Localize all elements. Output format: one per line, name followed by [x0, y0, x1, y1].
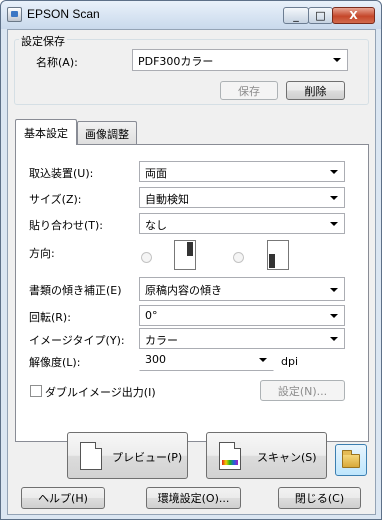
image-type-label: イメージタイプ(Y): — [29, 334, 125, 347]
preset-name-label: 名称(A): — [36, 56, 78, 69]
source-combo[interactable]: 両面 — [139, 161, 345, 182]
image-type-value: カラー — [145, 334, 178, 347]
source-label: 取込装置(U): — [29, 165, 93, 181]
source-value: 両面 — [145, 167, 167, 180]
preset-name-value: PDF300カラー — [138, 55, 214, 68]
stitch-value: なし — [145, 219, 167, 232]
rotate-label: 回転(R): — [29, 311, 71, 324]
epson-scan-icon — [7, 7, 22, 22]
chevron-down-icon — [330, 314, 338, 318]
source-label-text: 取込装置(U): — [29, 167, 94, 180]
size-value: 自動検知 — [145, 193, 189, 206]
chevron-down-icon — [333, 58, 341, 62]
preset-save-button[interactable]: 保存 — [220, 81, 278, 100]
document-icon — [80, 442, 102, 470]
portrait-orientation-icon — [174, 240, 196, 270]
stitch-label: 貼り合わせ(T): — [29, 219, 104, 232]
rotate-value: 0° — [145, 309, 158, 322]
chevron-down-icon — [330, 170, 338, 174]
window-title: EPSON Scan — [27, 7, 100, 21]
orientation-landscape-radio[interactable] — [233, 252, 244, 263]
double-image-settings-button[interactable]: 設定(N)... — [260, 380, 345, 401]
chevron-down-icon — [259, 358, 267, 362]
orientation-mark — [269, 254, 275, 268]
skew-value: 原稿内容の傾き — [145, 284, 222, 297]
resolution-value: 300 — [145, 353, 166, 366]
preset-delete-button[interactable]: 削除 — [286, 81, 345, 100]
orientation-label: 方向: — [29, 247, 55, 260]
close-button[interactable]: 閉じる(C) — [278, 487, 361, 509]
resolution-label: 解像度(L): — [29, 356, 81, 369]
chevron-down-icon — [330, 288, 338, 292]
config-button[interactable]: 環境設定(O)... — [146, 487, 241, 509]
skew-label: 書類の傾き補正(E) — [29, 284, 122, 297]
orientation-portrait-radio[interactable] — [141, 252, 152, 263]
size-combo[interactable]: 自動検知 — [139, 187, 345, 208]
scan-button-label: スキャン(S) — [257, 451, 317, 464]
help-button[interactable]: ヘルプ(H) — [21, 487, 105, 509]
scan-document-icon — [219, 442, 241, 470]
folder-icon — [342, 450, 360, 468]
size-label: サイズ(Z): — [29, 193, 82, 206]
dialog-client-area: 設定保存 名称(A): PDF300カラー 保存 削除 基本設定 画像調整 取込… — [7, 29, 376, 515]
double-image-checkbox[interactable] — [30, 385, 42, 397]
preview-button-label: プレビュー(P) — [112, 451, 183, 464]
orientation-mark — [187, 242, 193, 256]
rotate-combo[interactable]: 0° — [139, 305, 345, 326]
epson-scan-window: EPSON Scan _ □ X 設定保存 名称(A): PDF300カラー 保… — [0, 0, 382, 520]
preset-name-combo[interactable]: PDF300カラー — [132, 49, 348, 71]
preset-group-label: 設定保存 — [19, 33, 67, 49]
maximize-button[interactable]: □ — [308, 7, 333, 24]
stitch-combo[interactable]: なし — [139, 213, 345, 234]
landscape-orientation-icon — [267, 240, 289, 270]
preview-button[interactable]: プレビュー(P) — [67, 432, 188, 479]
chevron-down-icon — [330, 196, 338, 200]
image-type-combo[interactable]: カラー — [139, 328, 345, 349]
close-window-button[interactable]: X — [332, 7, 375, 24]
color-scan-bar — [222, 460, 238, 465]
chevron-down-icon — [330, 222, 338, 226]
resolution-unit: dpi — [281, 355, 299, 368]
chevron-down-icon — [330, 337, 338, 341]
open-folder-button[interactable] — [335, 444, 367, 476]
scan-button[interactable]: スキャン(S) — [206, 432, 327, 479]
minimize-button[interactable]: _ — [283, 7, 309, 24]
skew-combo[interactable]: 原稿内容の傾き — [139, 277, 345, 301]
double-image-label[interactable]: ダブルイメージ出力(I) — [45, 384, 156, 400]
tab-basic-settings[interactable]: 基本設定 — [15, 119, 77, 145]
tab-image-adjust[interactable]: 画像調整 — [77, 121, 137, 145]
title-bar[interactable]: EPSON Scan _ □ X — [1, 1, 381, 29]
resolution-combo[interactable]: 300 — [139, 349, 274, 371]
